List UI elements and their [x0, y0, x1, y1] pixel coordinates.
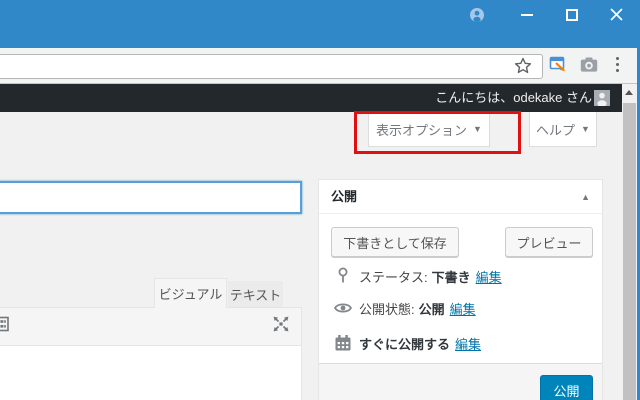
publish-panel: 公開 ▲ 下書きとして保存 プレビュー ステータス: 下書き 編集 公開状態: …: [318, 179, 603, 400]
maximize-icon[interactable]: [566, 9, 578, 21]
bookmark-star-icon[interactable]: [514, 57, 532, 75]
help-button[interactable]: ヘルプ ▼: [529, 112, 597, 147]
browser-titlebar: [0, 0, 640, 48]
schedule-row: すぐに公開する 編集: [333, 333, 481, 353]
collapse-arrow-icon[interactable]: ▲: [581, 180, 590, 214]
eye-icon: [333, 298, 353, 318]
profile-icon[interactable]: [470, 8, 484, 22]
schedule-value: すぐに公開する: [359, 336, 451, 352]
camera-extension-icon[interactable]: [580, 56, 598, 73]
close-icon[interactable]: [609, 7, 624, 22]
fullscreen-icon[interactable]: [272, 315, 290, 333]
tab-text[interactable]: テキスト: [228, 281, 283, 307]
scrollbar-up-arrow-icon[interactable]: [622, 84, 637, 101]
chevron-down-icon: ▼: [473, 124, 482, 134]
save-draft-button[interactable]: 下書きとして保存: [331, 227, 459, 257]
avatar[interactable]: [594, 90, 610, 106]
screenshot-canvas: こんにちは、odekake さん 表示オプション ▼ ヘルプ ▼ ビジュアル テ…: [0, 0, 640, 400]
edit-visibility-link[interactable]: 編集: [450, 299, 476, 318]
visibility-row: 公開状態: 公開 編集: [333, 298, 476, 318]
post-title-input[interactable]: [0, 181, 302, 214]
preview-button[interactable]: プレビュー: [505, 227, 593, 257]
tab-visual[interactable]: ビジュアル: [154, 278, 227, 308]
visibility-value: 公開: [418, 301, 445, 317]
publish-panel-header[interactable]: 公開 ▲: [319, 180, 602, 214]
address-bar[interactable]: [0, 54, 543, 79]
editor-toolbar: [0, 307, 302, 346]
page-scrollbar[interactable]: [622, 84, 637, 400]
browser-toolbar: [0, 48, 640, 84]
edit-schedule-link[interactable]: 編集: [455, 334, 481, 353]
status-label: ステータス:: [359, 269, 428, 285]
screen-options-button[interactable]: 表示オプション ▼: [368, 112, 490, 147]
publish-button[interactable]: 公開: [540, 375, 593, 400]
capture-page-extension-icon[interactable]: [549, 55, 567, 73]
chevron-down-icon: ▼: [581, 124, 590, 134]
editor-content-area[interactable]: [0, 346, 302, 400]
status-row: ステータス: 下書き 編集: [333, 266, 502, 286]
preview-label: プレビュー: [516, 235, 582, 251]
minimize-icon[interactable]: [521, 14, 533, 16]
tab-visual-label: ビジュアル: [158, 287, 223, 302]
status-value: 下書き: [431, 269, 471, 285]
edit-status-link[interactable]: 編集: [476, 267, 502, 286]
screen-options-label: 表示オプション: [376, 122, 468, 138]
calendar-icon: [333, 333, 353, 353]
toolbar-toggle-icon[interactable]: [0, 316, 9, 332]
pin-icon: [333, 266, 353, 286]
wp-admin-bar: こんにちは、odekake さん: [0, 84, 640, 112]
help-label: ヘルプ: [536, 122, 576, 138]
publishing-actions: 公開: [319, 363, 602, 400]
tab-text-label: テキスト: [229, 287, 282, 303]
browser-menu-icon[interactable]: [613, 56, 621, 74]
publish-button-label: 公開: [553, 383, 580, 399]
save-draft-label: 下書きとして保存: [343, 235, 447, 251]
publish-panel-title: 公開: [331, 189, 358, 204]
scrollbar-thumb[interactable]: [623, 103, 636, 400]
visibility-label: 公開状態:: [359, 301, 415, 317]
admin-greeting[interactable]: こんにちは、odekake さん: [435, 84, 592, 112]
